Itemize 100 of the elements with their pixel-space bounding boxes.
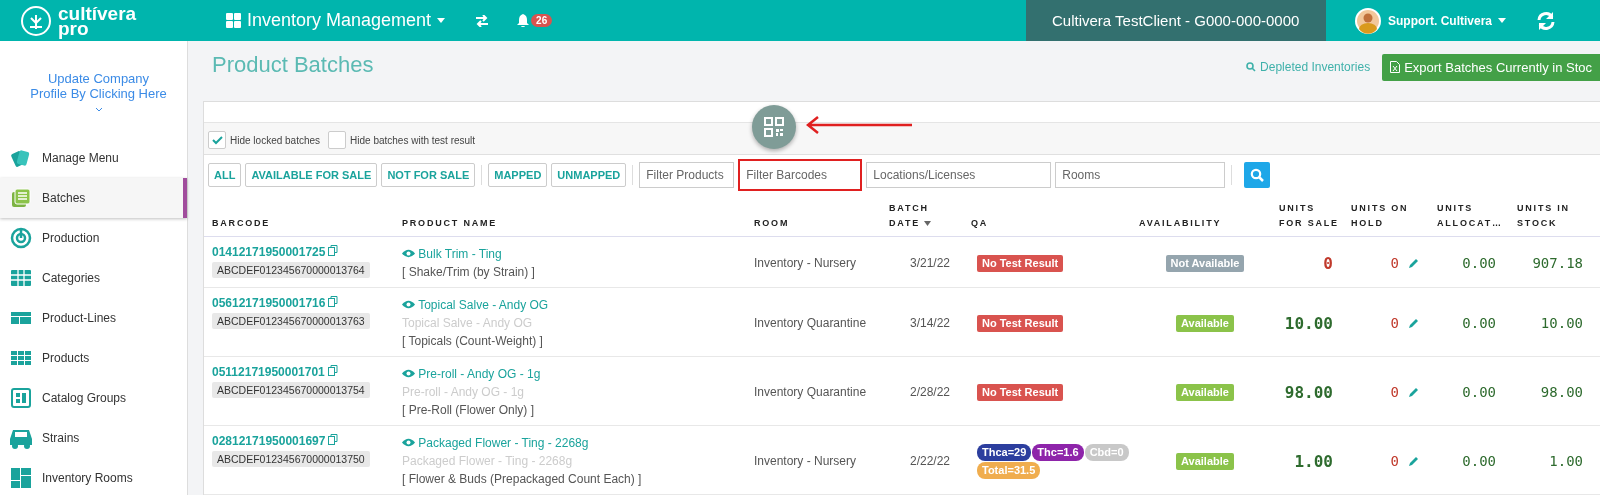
category-text: [ Flower & Buds (Prepackaged Count Each) ] [402, 471, 643, 488]
sidebar-item[interactable]: Products [0, 338, 187, 378]
target-icon [10, 227, 32, 249]
room-cell-text: Inventory - Nursery [753, 256, 858, 270]
pencil-icon[interactable] [1409, 258, 1419, 268]
column-header: UNITS ALLOCAT… [1436, 202, 1504, 230]
sidebar-item[interactable]: Strains [0, 418, 187, 458]
copy-icon[interactable] [328, 296, 339, 307]
code-tag: ABCDEF012345670000013750 [212, 451, 370, 467]
room-cell-text: Inventory Quarantine [753, 385, 868, 399]
availability-badge: Available [1176, 452, 1234, 470]
filter-field[interactable]: Filter Barcodes [738, 159, 863, 191]
barcode-link[interactable]: 05112171950001701 [212, 365, 325, 379]
code-tag: ABCDEF012345670000013764 [212, 262, 370, 278]
units-for-sale: 0 [1322, 253, 1334, 273]
units-in-stock: 10.00 [1539, 315, 1584, 331]
sidebar-item[interactable]: Inventory Rooms [0, 458, 187, 495]
export-button[interactable]: Export Batches Currently in Stoc [1382, 53, 1600, 81]
eye-icon[interactable] [402, 438, 415, 447]
date-cell-text: 2/28/22 [908, 385, 951, 399]
bell-icon[interactable] [517, 14, 530, 27]
sidebar-item[interactable]: Product-Lines [0, 298, 187, 338]
checkbox[interactable] [208, 131, 226, 149]
column-header: UNITS IN STOCK [1516, 202, 1571, 230]
product-link[interactable]: Bulk Trim - Ting [418, 247, 502, 261]
eye-icon[interactable] [402, 369, 415, 378]
product-link[interactable]: Packaged Flower - Ting - 2268g [418, 436, 589, 450]
availability-badge: Available [1176, 314, 1234, 332]
depleted-inventories-link[interactable]: Depleted Inventories [1246, 60, 1371, 74]
client-selector[interactable]: Cultivera TestClient - G000-000-0000 [1026, 0, 1326, 41]
units-on-hold: 0 [1390, 315, 1399, 331]
code-tag: ABCDEF012345670000013763 [212, 313, 370, 329]
qr-code-icon [764, 117, 784, 137]
qa-badge: No Test Result [977, 254, 1064, 272]
units-allocated: 0.00 [1461, 453, 1497, 469]
checkbox-label: Hide locked batches [230, 134, 321, 146]
sidebar-item[interactable]: Production [0, 218, 187, 258]
swap-icon[interactable] [475, 14, 490, 27]
filter-button[interactable]: NOT FOR SALE [381, 163, 476, 187]
column-header: ROOM [753, 217, 791, 230]
sidebar-item[interactable]: Manage Menu [0, 138, 187, 178]
units-on-hold: 0 [1390, 255, 1399, 271]
copy-icon[interactable] [328, 245, 339, 256]
barcode-link[interactable]: 05612171950001716 [212, 296, 326, 310]
checkbox-label: Hide batches with test result [350, 134, 476, 146]
sidebar-item[interactable]: Catalog Groups [0, 378, 187, 418]
column-header: AVAILABILITY [1138, 217, 1223, 230]
profile-link[interactable]: Update Company Profile By Clicking Here [0, 41, 187, 138]
pencil-icon[interactable] [1409, 456, 1419, 466]
user-menu[interactable]: Support. Cultivera [1348, 5, 1512, 36]
sidebar-item-label: Products [42, 351, 90, 365]
units-in-stock: 907.18 [1531, 255, 1584, 271]
caret-icon [437, 18, 446, 23]
eye-icon[interactable] [402, 249, 415, 258]
tiles-icon [10, 467, 32, 489]
module-dropdown[interactable]: Inventory Management [220, 10, 452, 31]
catalog-icon [10, 387, 32, 409]
refresh-icon[interactable] [1536, 10, 1556, 31]
qa-badge: Total=31.5 [977, 461, 1041, 479]
units-on-hold: 0 [1390, 384, 1399, 400]
sidebar-item-label: Categories [42, 271, 101, 285]
filter-button[interactable]: ALL [208, 163, 242, 187]
sidebar-item[interactable]: Categories [0, 258, 187, 298]
checkbox[interactable] [328, 131, 347, 149]
product-link[interactable]: Pre-roll - Andy OG - 1g [418, 367, 541, 381]
units-allocated: 0.00 [1461, 255, 1497, 271]
units-for-sale: 10.00 [1283, 313, 1334, 333]
filter-button[interactable]: UNMAPPED [551, 163, 627, 187]
copy-icon[interactable] [327, 365, 338, 376]
sidebar-item-label: Inventory Rooms [42, 471, 133, 485]
sidebar-item-label: Strains [42, 431, 80, 445]
qa-badge: No Test Result [977, 314, 1064, 332]
logo-text: cultívera [58, 5, 137, 21]
filter-button[interactable]: AVAILABLE FOR SALE [245, 163, 378, 187]
qa-badge: No Test Result [977, 383, 1064, 401]
qa-badge: Thc=1.6 [1032, 443, 1084, 461]
filter-button[interactable]: MAPPED [488, 163, 548, 187]
copy-icon[interactable] [328, 434, 339, 445]
barcode-link[interactable]: 01412171950001725 [212, 245, 326, 259]
date-cell-text: 3/21/22 [908, 256, 951, 270]
pencil-icon[interactable] [1409, 387, 1419, 397]
category-text: [ Pre-Roll (Flower Only) ] [402, 402, 536, 419]
sort-down-icon [924, 221, 932, 226]
availability-badge: Available [1176, 383, 1234, 401]
search-button[interactable] [1244, 162, 1271, 188]
barcode-link[interactable]: 02812171950001697 [212, 434, 326, 448]
units-in-stock: 1.00 [1548, 453, 1584, 469]
sidebar-item-label: Batches [42, 191, 86, 205]
units-allocated: 0.00 [1461, 384, 1497, 400]
column-header[interactable]: BATCH DATE [881, 201, 963, 231]
sidebar-item[interactable]: Batches [0, 178, 187, 218]
availability-badge: Not Available [1165, 254, 1245, 272]
column-header: UNITS ON HOLD [1350, 202, 1410, 230]
eye-icon[interactable] [402, 300, 415, 309]
caret-icon [1498, 18, 1506, 23]
pencil-icon[interactable] [1409, 318, 1419, 328]
room-cell-text: Inventory - Nursery [753, 454, 858, 468]
chevron-icon [94, 108, 103, 113]
table-icon [10, 267, 32, 289]
product-link[interactable]: Topical Salve - Andy OG [418, 298, 549, 312]
